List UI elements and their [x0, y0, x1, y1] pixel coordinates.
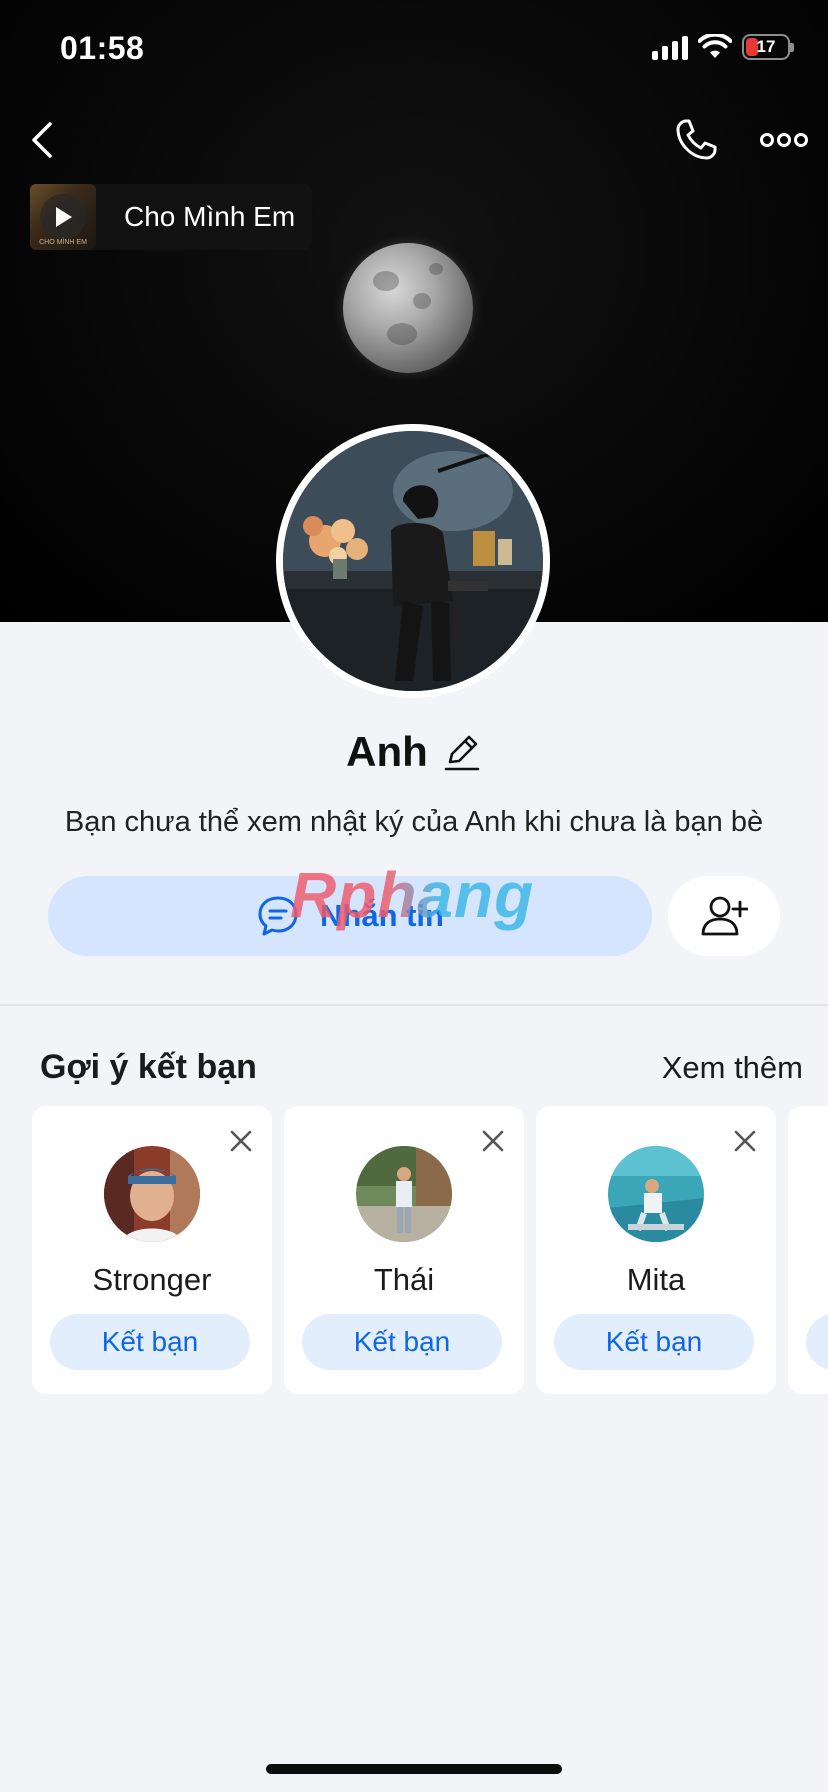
play-button[interactable] [40, 194, 86, 240]
avatar[interactable] [608, 1146, 704, 1242]
status-icons: 17 [652, 34, 794, 60]
add-friend-card-label: Kết bạn [101, 1326, 199, 1357]
suggestion-card[interactable]: Mita Kết bạn [536, 1106, 776, 1394]
add-friend-card-button[interactable] [806, 1314, 828, 1370]
message-button[interactable]: Nhắn tin [48, 876, 652, 956]
edit-icon[interactable] [442, 732, 482, 772]
chat-icon [258, 896, 298, 936]
add-friend-card-button[interactable]: Kết bạn [302, 1314, 502, 1370]
more-icon[interactable] [760, 126, 808, 154]
diary-privacy-notice: Bạn chưa thể xem nhật ký của Anh khi chư… [64, 806, 764, 838]
profile-name-row: Anh [0, 728, 828, 776]
add-friend-card-label: Kết bạn [353, 1326, 451, 1357]
status-time: 01:58 [60, 30, 145, 66]
suggestion-name: Stronger [92, 1262, 212, 1297]
profile-name: Anh [346, 728, 428, 775]
close-icon[interactable] [480, 1128, 506, 1154]
suggestion-name: Thái [373, 1262, 435, 1297]
add-friend-card-button[interactable]: Kết bạn [554, 1314, 754, 1370]
music-thumbnail: CHO MÌNH EM [30, 184, 96, 250]
add-friend-icon [701, 896, 748, 936]
avatar-photo [283, 431, 543, 691]
suggestion-card[interactable]: Stronger Kết bạn [32, 1106, 272, 1394]
message-button-label: Nhắn tin [320, 898, 444, 933]
suggestion-card[interactable]: Thái Kết bạn [284, 1106, 524, 1394]
avatar[interactable] [356, 1146, 452, 1242]
close-icon[interactable] [732, 1128, 758, 1154]
music-title: Cho Mình Em [124, 201, 296, 232]
suggestions-title: Gợi ý kết bạn [40, 1048, 257, 1086]
avatar[interactable] [104, 1146, 200, 1242]
add-friend-button[interactable] [668, 876, 780, 956]
suggestion-card-partial[interactable] [788, 1106, 828, 1394]
close-icon[interactable] [228, 1128, 254, 1154]
music-thumb-caption: CHO MÌNH EM [39, 239, 87, 246]
add-friend-card-label: Kết bạn [605, 1326, 703, 1357]
see-more-link[interactable]: Xem thêm [662, 1050, 803, 1086]
profile-screen: 01:58 17 CHO MÌNH EM Cho Mình Em Anh Bạn… [0, 0, 828, 1792]
suggestion-name: Mita [626, 1262, 686, 1297]
profile-music[interactable]: CHO MÌNH EM Cho Mình Em [30, 184, 312, 250]
moon-image [343, 243, 473, 373]
battery-icon: 17 [742, 34, 790, 60]
profile-avatar[interactable] [276, 424, 550, 698]
section-divider [0, 1004, 828, 1006]
wifi-icon [698, 34, 732, 58]
suggestion-list: Stronger Kết bạn Thái Kết bạn Mita Kết b… [32, 1106, 828, 1396]
battery-level: 17 [756, 37, 776, 56]
phone-icon[interactable] [672, 116, 720, 164]
back-icon[interactable] [24, 116, 64, 164]
add-friend-card-button[interactable]: Kết bạn [50, 1314, 250, 1370]
home-indicator[interactable] [266, 1764, 562, 1774]
signal-icon [652, 34, 688, 60]
play-icon [56, 207, 72, 227]
